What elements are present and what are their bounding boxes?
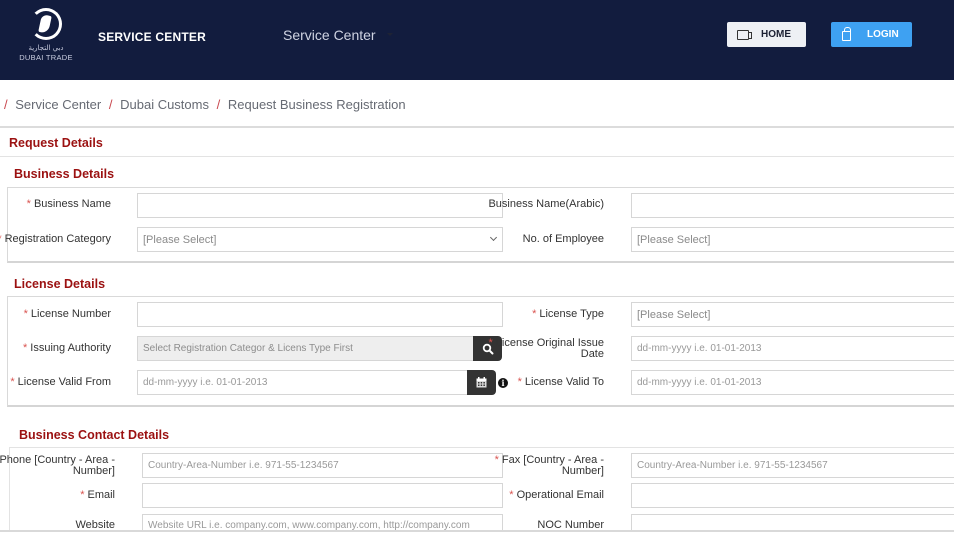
- license-valid-to-placeholder: dd-mm-yyyy i.e. 01-01-2013: [637, 377, 762, 388]
- business-name-arabic-input[interactable]: [631, 193, 954, 218]
- fax-label: * Fax [Country - Area - Number]: [494, 454, 604, 477]
- breadcrumb-current: Request Business Registration: [227, 97, 406, 112]
- license-valid-from-placeholder: dd-mm-yyyy i.e. 01-01-2013: [143, 377, 268, 388]
- breadcrumb-separator: /: [216, 97, 221, 112]
- page-title: Request Details: [9, 136, 103, 150]
- dubai-trade-logo[interactable]: دبي التجارية DUBAI TRADE: [18, 8, 74, 62]
- phone-input[interactable]: Country-Area-Number i.e. 971-55-1234567: [142, 453, 503, 478]
- license-original-issue-date-placeholder: dd-mm-yyyy i.e. 01-01-2013: [637, 343, 762, 354]
- divider: [9, 447, 954, 448]
- business-name-input[interactable]: [137, 193, 503, 218]
- service-center-dropdown[interactable]: Service Center: [283, 27, 376, 43]
- no-of-employee-select[interactable]: [Please Select]: [631, 227, 954, 252]
- operational-email-input[interactable]: [631, 483, 954, 508]
- operational-email-label: * Operational Email: [509, 489, 604, 501]
- license-type-select[interactable]: [Please Select]: [631, 302, 954, 327]
- caret-down-icon[interactable]: [387, 33, 393, 36]
- lock-icon: [842, 27, 851, 41]
- business-name-label: * Business Name: [26, 198, 111, 210]
- phone-placeholder: Country-Area-Number i.e. 971-55-1234567: [148, 460, 339, 471]
- email-label: * Email: [80, 489, 115, 501]
- login-button-label: LOGIN: [867, 29, 899, 40]
- registration-category-label: *Registration Category: [0, 233, 111, 245]
- fax-input[interactable]: Country-Area-Number i.e. 971-55-1234567: [631, 453, 954, 478]
- license-number-label: * License Number: [23, 308, 111, 320]
- page-bottom: [0, 532, 954, 543]
- registration-category-select[interactable]: [Please Select]: [137, 227, 503, 252]
- top-header: دبي التجارية DUBAI TRADE SERVICE CENTER …: [0, 0, 954, 80]
- divider: [0, 156, 954, 157]
- breadcrumb-dubai-customs[interactable]: Dubai Customs: [120, 97, 209, 112]
- logo-arabic-text: دبي التجارية: [28, 44, 64, 52]
- breadcrumb-separator: /: [108, 97, 113, 112]
- no-of-employee-value: [Please Select]: [637, 233, 711, 246]
- issuing-authority-placeholder: Select Registration Categor & Licens Typ…: [143, 343, 353, 354]
- logo-mark-icon: [30, 8, 62, 40]
- breadcrumb-service-center[interactable]: Service Center: [15, 97, 101, 112]
- license-valid-from-label: * License Valid From: [10, 376, 111, 388]
- home-button[interactable]: HOME: [727, 22, 806, 47]
- website-input[interactable]: Website URL i.e. company.com, www.compan…: [142, 514, 503, 531]
- fax-placeholder: Country-Area-Number i.e. 971-55-1234567: [637, 460, 828, 471]
- breadcrumb-separator: /: [4, 97, 8, 112]
- registration-category-value: [Please Select]: [143, 233, 217, 246]
- breadcrumb: / Service Center / Dubai Customs / Reque…: [0, 97, 406, 112]
- divider: [0, 126, 954, 128]
- section-title-business-contact-details: Business Contact Details: [19, 428, 170, 442]
- noc-number-input[interactable]: [631, 514, 954, 531]
- license-type-label: * License Type: [532, 308, 604, 320]
- issuing-authority-label: * Issuing Authority: [23, 342, 111, 354]
- section-title-license-details: License Details: [14, 277, 106, 291]
- license-type-value: [Please Select]: [637, 308, 711, 321]
- license-original-issue-date-label: * License Original Issue Date: [488, 337, 604, 360]
- brand-title: SERVICE CENTER: [98, 30, 206, 44]
- phone-label: *Phone [Country - Area -Number]: [0, 454, 115, 477]
- business-name-arabic-label: Business Name(Arabic): [488, 198, 604, 210]
- home-icon: [737, 29, 752, 40]
- license-valid-from-input[interactable]: dd-mm-yyyy i.e. 01-01-2013: [137, 370, 469, 395]
- page: دبي التجارية DUBAI TRADE SERVICE CENTER …: [0, 0, 954, 543]
- license-number-input[interactable]: [137, 302, 503, 327]
- license-valid-to-label: * License Valid To: [517, 376, 604, 388]
- email-input[interactable]: [142, 483, 503, 508]
- license-original-issue-date-input[interactable]: dd-mm-yyyy i.e. 01-01-2013: [631, 336, 954, 361]
- home-button-label: HOME: [761, 29, 791, 40]
- logo-text: DUBAI TRADE: [19, 53, 73, 62]
- no-of-employee-label: No. of Employee: [522, 233, 604, 245]
- login-button[interactable]: LOGIN: [831, 22, 912, 47]
- section-title-business-details: Business Details: [14, 167, 115, 181]
- issuing-authority-input[interactable]: Select Registration Categor & Licens Typ…: [137, 336, 475, 361]
- license-valid-to-input[interactable]: dd-mm-yyyy i.e. 01-01-2013: [631, 370, 954, 395]
